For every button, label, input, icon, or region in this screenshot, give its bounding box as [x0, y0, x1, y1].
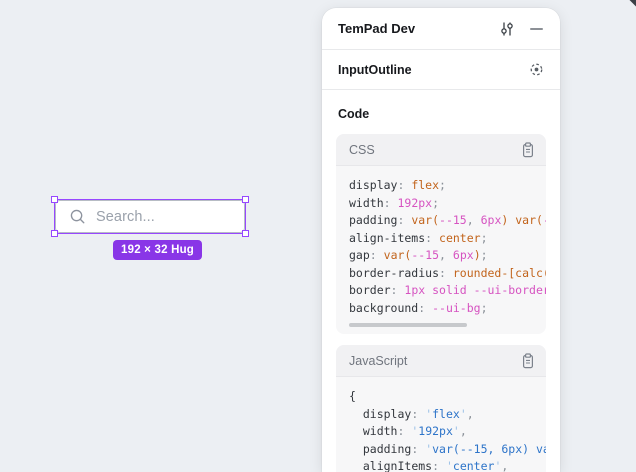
- minimize-button[interactable]: [530, 28, 543, 30]
- tempad-dev-panel: TemPad Dev InputOutline: [322, 8, 560, 472]
- code-block-header: CSS: [336, 134, 546, 166]
- code-block-css: CSS display: flex;width: 192px;padding: …: [336, 134, 546, 334]
- selection-handle-top-left[interactable]: [51, 196, 58, 203]
- code-line: border-radius: rounded-[calc(var(--round…: [349, 265, 546, 283]
- horizontal-scrollbar[interactable]: [349, 323, 546, 327]
- selection-handle-bottom-left[interactable]: [51, 230, 58, 237]
- search-input-component[interactable]: Search...: [55, 200, 245, 233]
- copy-code-button[interactable]: [521, 353, 535, 369]
- code-content[interactable]: { display: 'flex', width: '192px', paddi…: [336, 377, 546, 472]
- selection-handle-top-right[interactable]: [242, 196, 249, 203]
- preferences-button[interactable]: [499, 21, 515, 37]
- code-line: width: 192px;: [349, 195, 546, 213]
- code-section-title: Code: [338, 107, 546, 121]
- code-line: alignItems: 'center',: [349, 458, 546, 472]
- code-block-header: JavaScript: [336, 345, 546, 377]
- magnifier-icon: [69, 208, 87, 226]
- panel-title: TemPad Dev: [338, 21, 484, 36]
- code-line: width: '192px',: [349, 423, 546, 441]
- target-icon: [529, 62, 544, 77]
- copy-code-button[interactable]: [521, 142, 535, 158]
- code-block-language-label: JavaScript: [349, 354, 521, 368]
- locate-component-button[interactable]: [529, 62, 544, 77]
- code-section: Code CSS display: flex;width: 192px;padd…: [322, 90, 560, 472]
- code-line: padding: var(--15, 6px) var(--15, 6px);: [349, 212, 546, 230]
- size-badge: 192 × 32 Hug: [113, 240, 202, 260]
- copy-icon: [521, 353, 535, 369]
- code-line: padding: 'var(--15, 6px) var(--15, 6px)'…: [349, 441, 546, 459]
- code-block-javascript: JavaScript { display: 'flex', width: '19…: [336, 345, 546, 472]
- panel-header: TemPad Dev: [322, 8, 560, 50]
- selected-component-row: InputOutline: [322, 50, 560, 90]
- search-placeholder: Search...: [96, 209, 155, 225]
- code-line: display: flex;: [349, 177, 546, 195]
- code-line: gap: var(--15, 6px);: [349, 247, 546, 265]
- scrollbar-thumb[interactable]: [349, 323, 467, 327]
- code-block-language-label: CSS: [349, 143, 521, 157]
- minus-icon: [530, 28, 543, 30]
- code-line: {: [349, 388, 546, 406]
- figma-canvas: Search... 192 × 32 Hug TemPad Dev: [0, 0, 636, 472]
- copy-icon: [521, 142, 535, 158]
- selection-handle-bottom-right[interactable]: [242, 230, 249, 237]
- cursor-fragment: [628, 0, 636, 8]
- code-line: background: --ui-bg;: [349, 300, 546, 318]
- code-line: border: 1px solid --ui-border-muted;: [349, 282, 546, 300]
- code-line: display: 'flex',: [349, 406, 546, 424]
- code-content[interactable]: display: flex;width: 192px;padding: var(…: [336, 166, 546, 321]
- sliders-icon: [499, 21, 515, 37]
- component-name: InputOutline: [338, 63, 529, 77]
- code-line: align-items: center;: [349, 230, 546, 248]
